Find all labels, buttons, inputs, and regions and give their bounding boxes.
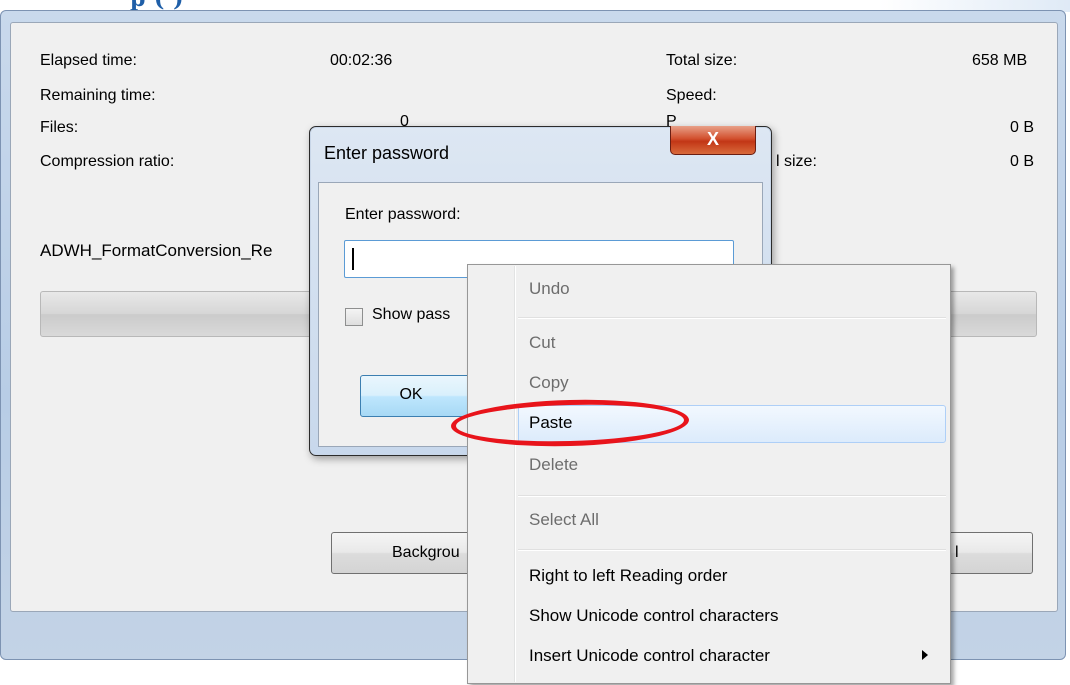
menu-gutter-highlight xyxy=(515,266,516,682)
remaining-time-label: Remaining time: xyxy=(40,87,156,104)
menu-item-delete[interactable]: Delete xyxy=(529,455,578,475)
total-size-label: Total size: xyxy=(666,52,738,69)
menu-item-show-unicode[interactable]: Show Unicode control characters xyxy=(529,606,778,626)
current-file-name: ADWH_FormatConversion_Re xyxy=(40,241,273,260)
close-icon[interactable]: X xyxy=(670,126,756,155)
show-password-label: Show pass xyxy=(372,306,451,323)
elapsed-time-label: Elapsed time: xyxy=(40,52,137,69)
menu-item-insert-unicode[interactable]: Insert Unicode control character xyxy=(529,646,770,666)
menu-separator xyxy=(518,549,946,551)
dialog-title: Enter password xyxy=(324,143,450,163)
text-caret xyxy=(352,248,354,270)
total-size-value: 658 MB xyxy=(972,52,1028,69)
page-heading: p ( ) xyxy=(130,0,690,10)
elapsed-time-value: 00:02:36 xyxy=(330,52,393,69)
packed-size-value: 0 B xyxy=(1010,153,1035,170)
menu-item-right-to-left[interactable]: Right to left Reading order xyxy=(529,566,727,586)
speed-label: Speed: xyxy=(666,87,717,104)
compression-ratio-label: Compression ratio: xyxy=(40,153,175,170)
password-prompt-label: Enter password: xyxy=(345,206,461,223)
menu-separator xyxy=(518,317,946,319)
menu-separator xyxy=(518,495,946,497)
show-password-checkbox[interactable] xyxy=(345,308,363,326)
menu-item-select-all[interactable]: Select All xyxy=(529,510,599,530)
processed-value: 0 B xyxy=(1010,119,1035,136)
menu-item-cut[interactable]: Cut xyxy=(529,333,555,353)
submenu-arrow-icon xyxy=(922,650,928,660)
menu-item-copy[interactable]: Copy xyxy=(529,373,569,393)
files-label: Files: xyxy=(40,119,79,136)
packed-size-label: l size: xyxy=(776,153,817,170)
menu-item-undo[interactable]: Undo xyxy=(529,279,570,299)
